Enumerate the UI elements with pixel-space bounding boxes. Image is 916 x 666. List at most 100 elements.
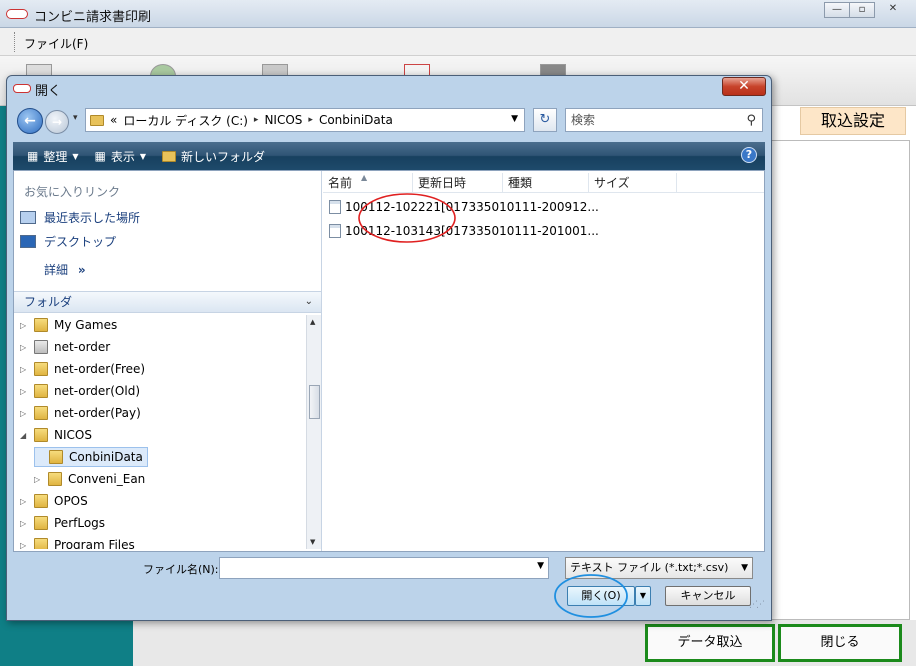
expand-icon[interactable]: ▷	[20, 321, 28, 330]
expand-icon[interactable]: ▷	[34, 475, 42, 484]
view-label: 表示	[110, 149, 135, 164]
tree-item-my-games[interactable]: ▷ My Games	[20, 315, 117, 335]
help-icon[interactable]: ?	[741, 147, 757, 163]
address-bar[interactable]: « ローカル ディスク (C:) ▸ NICOS ▸ ConbiniData ▼	[85, 108, 525, 132]
refresh-icon[interactable]: ↻	[533, 108, 557, 132]
restore-icon[interactable]: ▫	[849, 2, 875, 18]
menu-file[interactable]: ファイル(F)	[24, 35, 88, 52]
settings-panel	[770, 140, 910, 620]
desktop-icon	[20, 235, 36, 248]
folder-icon	[34, 516, 48, 530]
favorites-header: お気に入りリンク	[24, 185, 121, 199]
address-prefix[interactable]: «	[110, 113, 117, 127]
favorite-desktop[interactable]: デスクトップ	[20, 233, 116, 250]
search-input[interactable]: 検索 ⚲	[565, 108, 763, 132]
folder-icon	[48, 472, 62, 486]
breadcrumb-nicos[interactable]: NICOS	[264, 113, 302, 127]
close-button[interactable]: 閉じる	[778, 624, 902, 662]
filetype-value: テキスト ファイル (*.txt;*.csv)	[570, 561, 729, 574]
more-label: 詳細	[44, 263, 69, 277]
folders-header[interactable]: フォルダ ⌄	[14, 291, 321, 313]
tree-item-label: NICOS	[54, 428, 92, 442]
column-size[interactable]: サイズ	[589, 173, 677, 193]
chevron-down-icon: ▼	[72, 151, 79, 161]
favorite-label: デスクトップ	[44, 235, 117, 249]
address-dropdown-icon[interactable]: ▼	[511, 114, 518, 124]
tree-item-label: net-order	[54, 340, 111, 354]
tree-item-net-order-pay[interactable]: ▷ net-order(Pay)	[20, 403, 141, 423]
expand-icon[interactable]: ▷	[20, 343, 28, 352]
close-icon[interactable]: ✕	[880, 2, 906, 18]
expand-icon[interactable]: ▷	[20, 497, 28, 506]
back-arrow-icon[interactable]: ←	[17, 108, 43, 134]
app-menubar: ファイル(F)	[0, 28, 916, 56]
app-title: コンビニ請求書印刷	[34, 10, 152, 25]
tree-item-label: PerfLogs	[54, 516, 106, 530]
breadcrumb-arrow-icon[interactable]: ▸	[254, 115, 259, 125]
folder-icon	[34, 384, 48, 398]
favorite-recent-places[interactable]: 最近表示した場所	[20, 209, 140, 226]
chevron-down-icon: ▼	[139, 151, 147, 161]
sort-ascending-icon: ▲	[361, 173, 368, 182]
folder-tree-scrollbar[interactable]: ▲ ▼	[306, 315, 321, 549]
tree-item-net-order-old[interactable]: ▷ net-order(Old)	[20, 381, 140, 401]
network-folder-icon	[34, 340, 48, 354]
more-favorites-link[interactable]: 詳細 »	[44, 261, 86, 278]
breadcrumb-arrow-icon[interactable]: ▸	[308, 115, 313, 125]
tree-item-opos[interactable]: ▷ OPOS	[20, 491, 88, 511]
column-label: 名前	[328, 176, 353, 190]
expand-icon[interactable]: ▷	[20, 409, 28, 418]
filename-dropdown-icon[interactable]: ▼	[537, 561, 544, 571]
expand-icon[interactable]: ▷	[20, 541, 28, 550]
breadcrumb-conbinidata[interactable]: ConbiniData	[319, 113, 393, 127]
tree-item-perflogs[interactable]: ▷ PerfLogs	[20, 513, 105, 533]
scroll-down-icon[interactable]: ▼	[310, 538, 315, 546]
tree-item-program-files[interactable]: ▷ Program Files	[20, 535, 135, 549]
filename-input[interactable]: ▼	[219, 557, 549, 579]
dialog-logo-icon	[13, 84, 31, 93]
text-file-icon	[329, 224, 341, 238]
column-name[interactable]: 名前 ▲	[323, 173, 413, 193]
expand-icon[interactable]: ▷	[20, 365, 28, 374]
search-placeholder: 検索	[571, 113, 596, 127]
expand-icon[interactable]: ▷	[20, 519, 28, 528]
expand-icon[interactable]: ▷	[20, 387, 28, 396]
tree-item-conbinidata[interactable]: ConbiniData	[34, 447, 148, 467]
open-button[interactable]: 開く(O)	[567, 586, 635, 606]
cancel-button[interactable]: キャンセル	[665, 586, 751, 606]
folder-icon	[34, 538, 48, 549]
dialog-close-button[interactable]: ✕	[722, 77, 766, 96]
import-data-button[interactable]: データ取込	[645, 624, 775, 662]
file-row[interactable]: 100112-102221[017335010111-200912...	[329, 197, 599, 217]
open-options-dropdown[interactable]: ▼	[635, 586, 651, 606]
column-modified[interactable]: 更新日時	[413, 173, 503, 193]
tree-item-net-order[interactable]: ▷ net-order	[20, 337, 110, 357]
scroll-up-icon[interactable]: ▲	[310, 318, 315, 326]
resize-grip-icon[interactable]: ⋰⋰	[749, 600, 765, 610]
tree-item-conveni-ean[interactable]: ▷ Conveni_Ean	[34, 469, 145, 489]
column-type[interactable]: 種類	[503, 173, 589, 193]
file-name: 100112-102221[017335010111-200912...	[345, 200, 599, 214]
collapse-icon[interactable]: ◢	[20, 431, 28, 440]
folder-icon	[34, 318, 48, 332]
filetype-select[interactable]: テキスト ファイル (*.txt;*.csv) ▼	[565, 557, 753, 579]
new-folder-icon	[162, 150, 177, 162]
tree-item-label: net-order(Old)	[54, 384, 141, 398]
history-dropdown-icon[interactable]: ▾	[73, 113, 78, 123]
folder-icon	[49, 450, 63, 464]
section-label: 取込設定	[800, 107, 906, 135]
tree-item-nicos[interactable]: ◢ NICOS	[20, 425, 92, 445]
file-row[interactable]: 100112-103143[017335010111-201001...	[329, 221, 599, 241]
folder-icon	[34, 494, 48, 508]
breadcrumb-local-disk[interactable]: ローカル ディスク (C:)	[123, 112, 248, 129]
view-button[interactable]: ▦ 表示 ▼	[89, 148, 153, 165]
tree-item-net-order-free[interactable]: ▷ net-order(Free)	[20, 359, 145, 379]
new-folder-button[interactable]: 新しいフォルダ	[156, 148, 271, 165]
folders-label: フォルダ	[24, 295, 73, 309]
double-chevron-icon: »	[77, 263, 86, 277]
scrollbar-thumb[interactable]	[309, 385, 320, 419]
search-icon[interactable]: ⚲	[746, 110, 756, 132]
forward-arrow-icon[interactable]: →	[45, 110, 69, 134]
minimize-icon[interactable]: —	[824, 2, 850, 18]
organize-button[interactable]: ▦ 整理 ▼	[21, 148, 85, 165]
